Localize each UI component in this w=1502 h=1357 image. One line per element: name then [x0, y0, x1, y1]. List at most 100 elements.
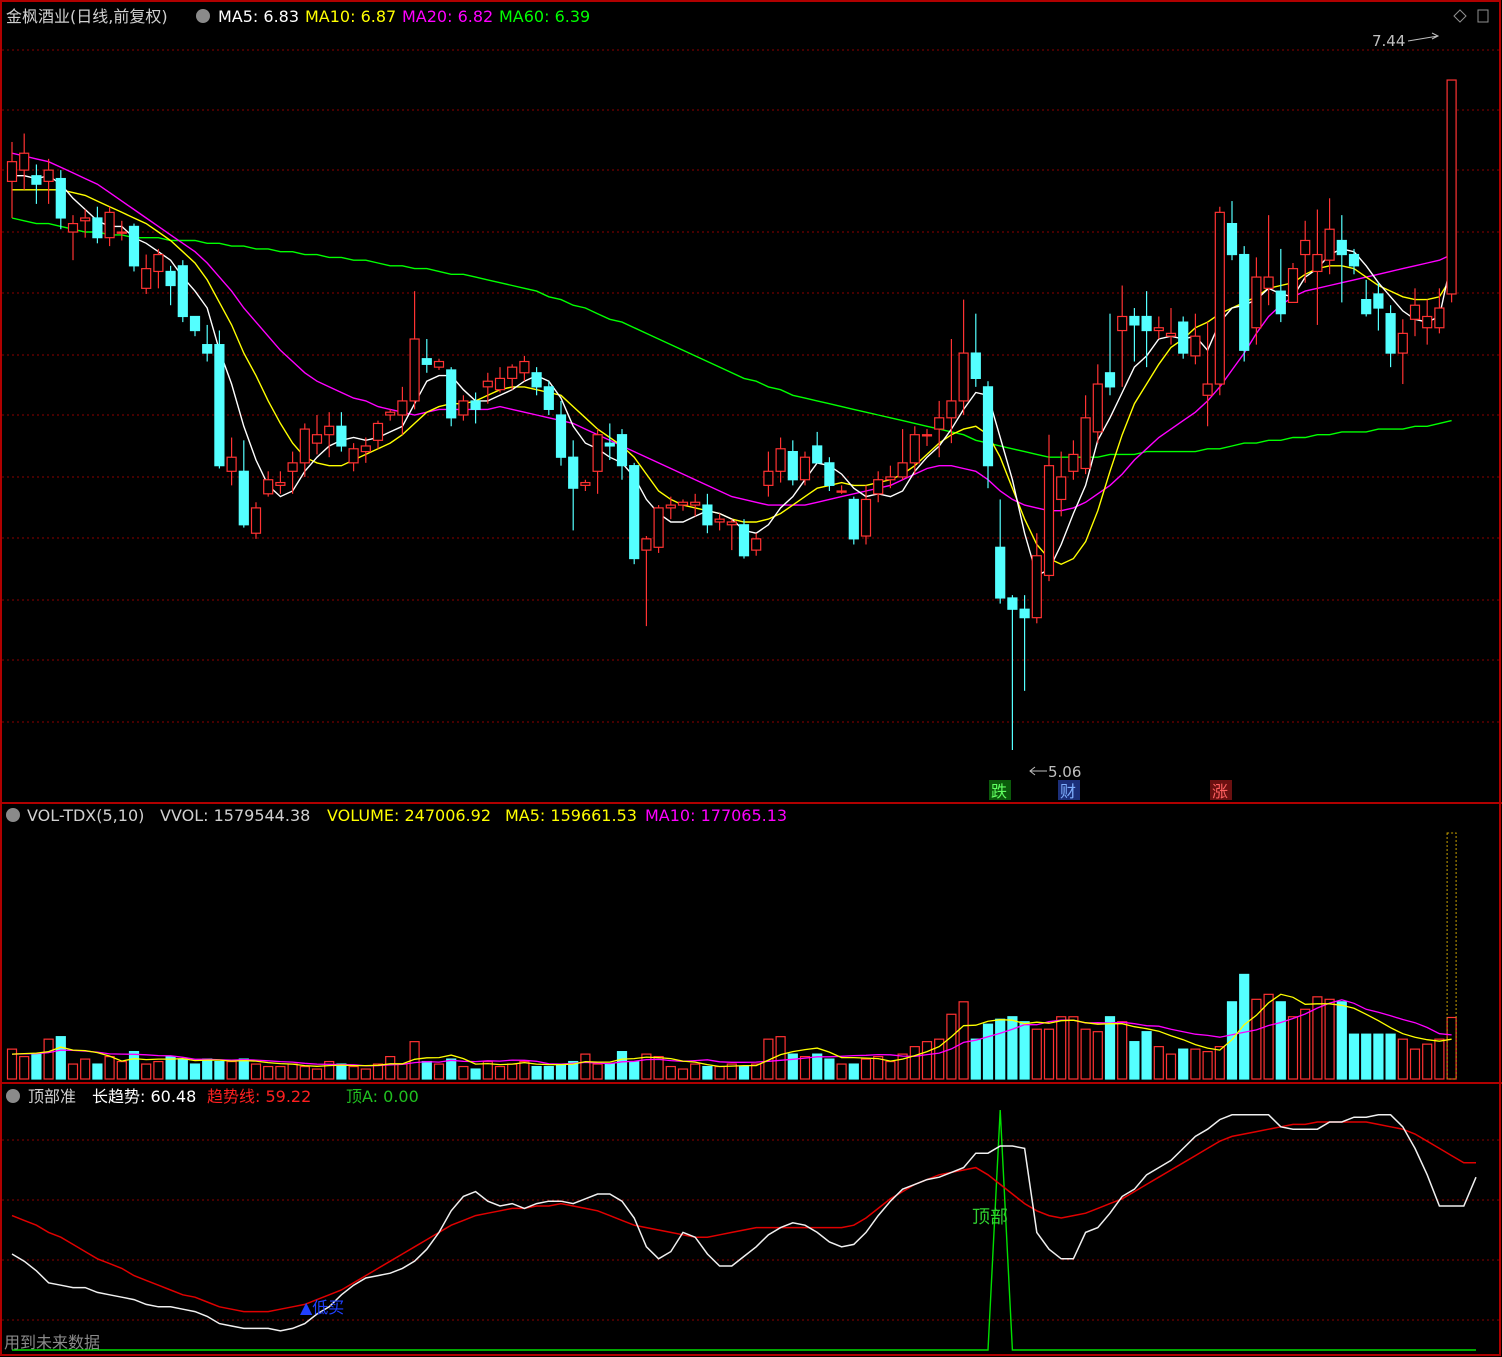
- volume-bar: [1031, 1028, 1042, 1080]
- candle-down: [824, 462, 835, 486]
- indicator-name: 顶部准: [28, 1087, 76, 1106]
- collapse-icon[interactable]: [196, 9, 210, 23]
- volume-bar: [1373, 1033, 1384, 1080]
- volume-bar: [543, 1065, 554, 1080]
- candle-up: [665, 504, 676, 509]
- panel-frames: [0, 0, 1502, 1356]
- tag-zhang: 涨: [1212, 782, 1228, 801]
- volume-bar: [1117, 1021, 1128, 1080]
- volume-bar: [1092, 1031, 1103, 1080]
- candle-down: [848, 498, 859, 540]
- volume-bar: [55, 1036, 66, 1080]
- candle-up: [397, 400, 408, 416]
- candle-down: [629, 465, 640, 560]
- candle-down: [336, 425, 347, 447]
- volume-bar: [214, 1060, 225, 1080]
- tag-cai: 财: [1060, 782, 1076, 801]
- volume-bar: [1336, 1001, 1347, 1080]
- candle-up: [507, 366, 518, 380]
- volume-bar: [995, 1018, 1006, 1080]
- volume-bar: [958, 1001, 969, 1080]
- trend-label: 长趋势: 60.48: [92, 1087, 196, 1106]
- candle-down: [1104, 372, 1116, 388]
- candle-up: [1043, 465, 1055, 577]
- topA-label: 顶A: 0.00: [346, 1087, 419, 1106]
- candle-up: [409, 338, 420, 402]
- candle-down: [1178, 321, 1189, 354]
- candle-up: [1056, 476, 1067, 501]
- candle-up: [836, 490, 847, 493]
- footer-note: 用到未来数据: [4, 1333, 100, 1352]
- volume-bar: [397, 1063, 408, 1080]
- volume-bar: [580, 1053, 591, 1080]
- candle-up: [1434, 307, 1445, 329]
- buy-label: ▲低买: [300, 1298, 344, 1317]
- candle-up: [141, 268, 152, 289]
- candle-up: [348, 448, 359, 464]
- volume-bar: [92, 1063, 103, 1080]
- candle-down: [1141, 315, 1152, 332]
- candle-up: [458, 400, 469, 416]
- vol-indicator-name: VOL-TDX(5,10): [27, 806, 144, 825]
- candle-up: [1324, 228, 1335, 261]
- candle-up: [714, 518, 725, 523]
- window-icon[interactable]: [1477, 9, 1489, 23]
- collapse-icon[interactable]: [6, 808, 20, 822]
- volume-bar: [1178, 1048, 1189, 1080]
- candle-down: [1361, 298, 1372, 315]
- low-label: 5.06: [1048, 763, 1081, 781]
- candle-down: [189, 315, 201, 332]
- candle-up: [1263, 276, 1274, 289]
- candle-up: [311, 434, 323, 444]
- volume-bar: [836, 1063, 847, 1080]
- candle-down: [202, 344, 213, 354]
- volume-bar: [519, 1060, 530, 1080]
- volume-label: VOLUME: 247006.92: [327, 806, 491, 825]
- candle-up: [799, 456, 811, 481]
- volume-bar: [1287, 1016, 1299, 1080]
- volume-bar: [982, 1023, 994, 1080]
- candle-down: [1348, 253, 1360, 267]
- volume-bar: [299, 1065, 310, 1080]
- volume-bar: [604, 1063, 615, 1080]
- candle-down: [982, 386, 994, 467]
- volume-bar: [287, 1063, 298, 1080]
- candle-up: [921, 434, 933, 437]
- volume-bar: [714, 1065, 725, 1080]
- volume-bar: [1214, 1046, 1225, 1080]
- high-label: 7.44: [1372, 32, 1405, 50]
- volume-bar: [177, 1058, 188, 1080]
- high-arrow: [1407, 32, 1440, 42]
- candle-up: [909, 434, 920, 464]
- candle-down: [470, 400, 481, 410]
- volume-bar: [1348, 1033, 1360, 1080]
- collapse-icon[interactable]: [6, 1089, 20, 1103]
- candle-down: [165, 270, 176, 287]
- volume-bar: [80, 1058, 91, 1080]
- vol-ma5-label: MA5: 159661.53: [505, 806, 637, 825]
- candle-up: [653, 507, 664, 548]
- candle-up: [726, 521, 737, 526]
- volume-bar: [360, 1068, 371, 1080]
- volume-bar: [860, 1058, 872, 1080]
- candle-down: [702, 504, 713, 526]
- volume-bar: [348, 1065, 359, 1080]
- candle-up: [1397, 332, 1408, 354]
- candle-up: [519, 360, 530, 374]
- volume-bar: [385, 1055, 396, 1080]
- candle-up: [580, 481, 591, 486]
- diamond-icon[interactable]: [1453, 9, 1467, 23]
- candle-up: [6, 161, 18, 182]
- candle-up: [641, 538, 652, 551]
- volume-bar: [1153, 1046, 1164, 1080]
- candle-up: [372, 422, 384, 441]
- volume-bar: [31, 1053, 42, 1080]
- volume-bar: [433, 1063, 445, 1080]
- volume-bar: [885, 1060, 896, 1080]
- volume-bar: [1080, 1028, 1091, 1080]
- volume-bar: [1019, 1021, 1030, 1080]
- volume-bars: [6, 832, 1457, 1080]
- candle-up: [67, 222, 79, 233]
- candle-up: [433, 360, 445, 368]
- indicator-lines: [11, 1109, 1477, 1351]
